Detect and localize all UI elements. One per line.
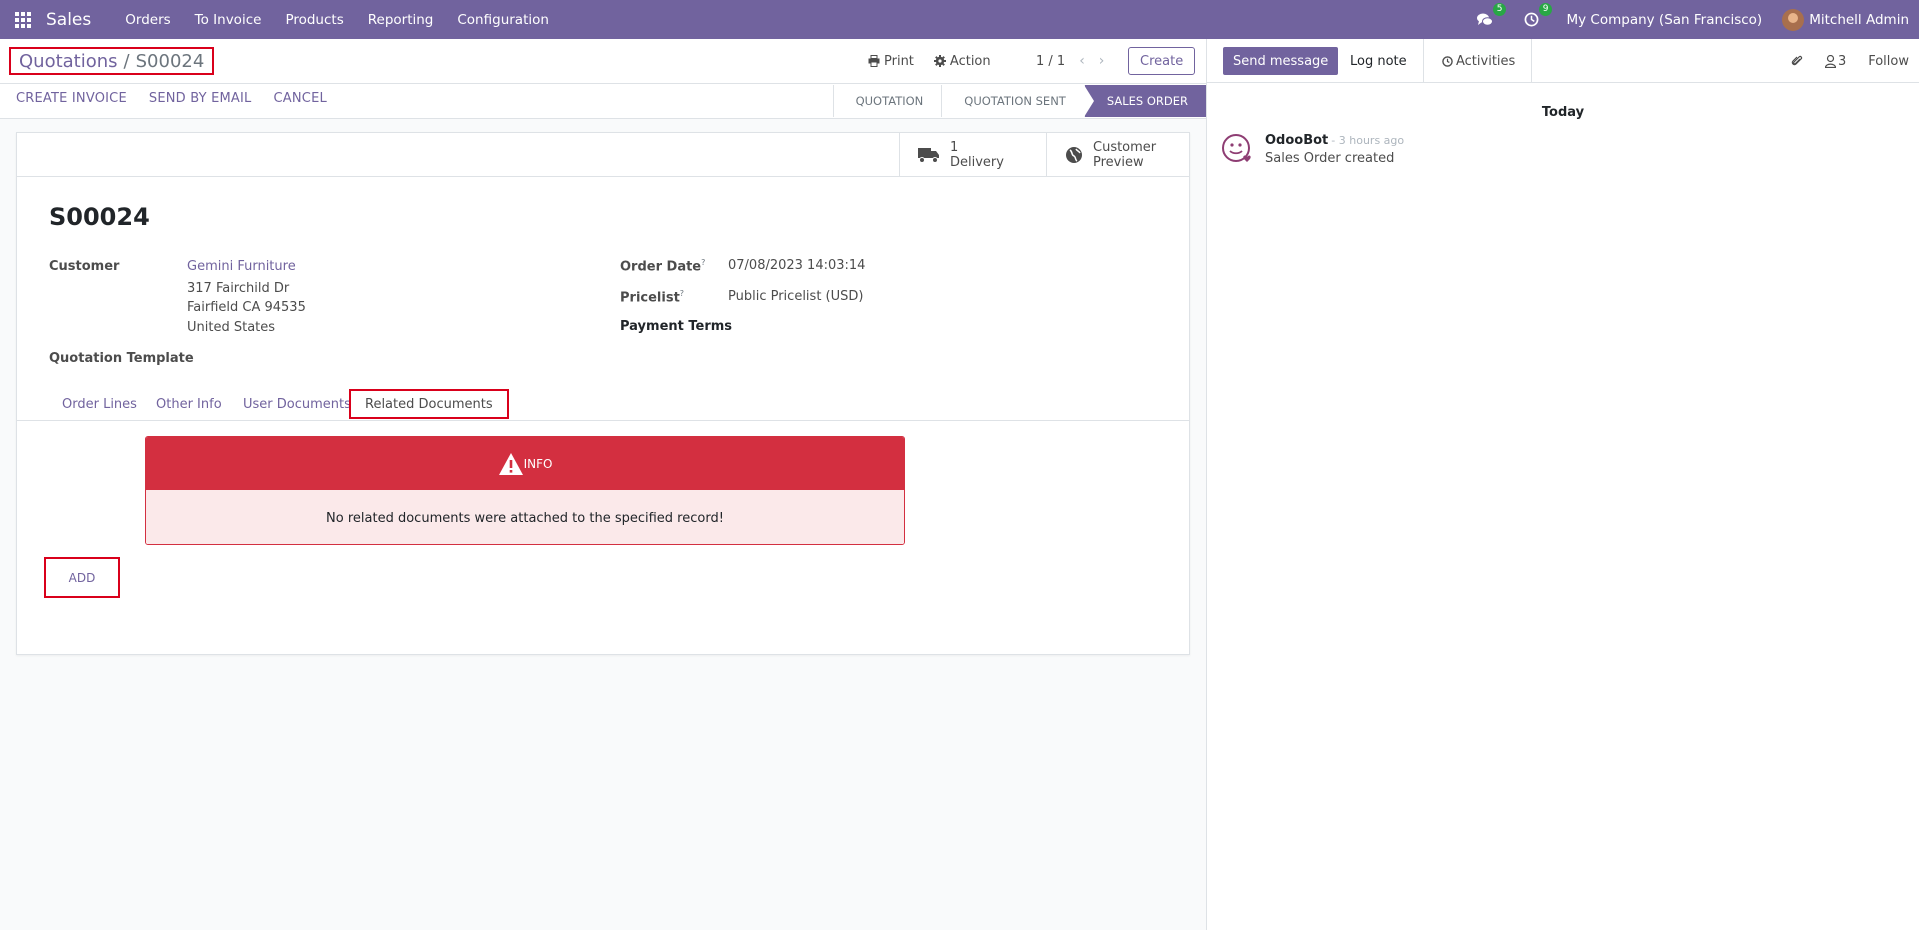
customer-country: United States (187, 320, 276, 335)
info-alert: INFO No related documents were attached … (145, 436, 905, 545)
send-message-button[interactable]: Send message (1223, 47, 1339, 75)
record-title: S00024 (49, 203, 150, 231)
customer-preview-button[interactable]: Customer Preview (1046, 133, 1193, 176)
log-note-button[interactable]: Log note (1334, 39, 1424, 83)
smart-button-box: 1 Delivery Customer Preview (17, 133, 1189, 177)
stage-quotation[interactable]: QUOTATION (832, 85, 942, 117)
divider (0, 83, 1206, 84)
menu-to-invoice[interactable]: To Invoice (183, 12, 274, 28)
cancel-button[interactable]: CANCEL (274, 91, 327, 106)
company-switcher[interactable]: My Company (San Francisco) (1566, 12, 1762, 28)
activities-button[interactable]: Activities (1426, 39, 1533, 83)
app-name[interactable]: Sales (46, 10, 91, 30)
breadcrumb: Quotations / S00024 (9, 47, 215, 75)
activity-badge: 9 (1538, 2, 1553, 16)
add-button[interactable]: ADD (44, 557, 120, 598)
action-button[interactable]: Action (933, 54, 991, 69)
tab-other-info[interactable]: Other Info (156, 388, 222, 421)
activity-clock-icon[interactable]: 9 (1520, 2, 1553, 31)
date-separator: Today (1541, 105, 1585, 120)
top-navbar: Sales Orders To Invoice Products Reporti… (0, 0, 1919, 39)
form-sheet: 1 Delivery Customer Preview S00024 Custo… (16, 132, 1190, 655)
chatter-topbar: Send message Log note Activities 3 Follo… (1207, 39, 1919, 83)
globe-icon (1066, 146, 1082, 163)
pricelist-help-icon: ? (679, 289, 685, 298)
pager-value[interactable]: 1 / 1 (1036, 54, 1065, 69)
menu-reporting[interactable]: Reporting (356, 12, 446, 28)
user-menu[interactable]: Mitchell Admin (1782, 8, 1909, 31)
print-button[interactable]: Print (868, 54, 914, 69)
menu-configuration[interactable]: Configuration (445, 12, 561, 28)
chatter-panel: Send message Log note Activities 3 Follo… (1206, 39, 1919, 930)
tab-user-documents[interactable]: User Documents (243, 388, 351, 421)
statusbar-buttons: CREATE INVOICE SEND BY EMAIL CANCEL (16, 91, 349, 106)
stage-quotation-sent[interactable]: QUOTATION SENT (941, 85, 1084, 117)
customer-city: Fairfield CA 94535 (187, 300, 306, 315)
customer-link[interactable]: Gemini Furniture (187, 257, 296, 277)
attachment-icon[interactable] (1791, 54, 1803, 68)
quotation-template-label: Quotation Template (49, 351, 194, 366)
followers-count: 3 (1837, 53, 1847, 69)
delivery-label: Delivery (950, 154, 1004, 170)
pager-previous-icon[interactable]: ‹ (1079, 53, 1085, 69)
warning-icon (498, 452, 523, 475)
user-icon (1824, 54, 1836, 68)
print-icon (868, 55, 880, 67)
breadcrumb-separator: / (123, 50, 130, 72)
odoobot-avatar-icon (1222, 134, 1251, 162)
user-name: Mitchell Admin (1809, 11, 1909, 28)
stage-sales-order[interactable]: SALES ORDER (1083, 85, 1206, 117)
notebook-tabs: Order Lines Other Info User Documents Re… (17, 388, 1189, 421)
menu-orders[interactable]: Orders (113, 12, 182, 28)
gear-icon (933, 55, 946, 67)
clock-icon (1442, 55, 1453, 67)
apps-menu-icon[interactable] (0, 0, 46, 39)
tab-related-documents[interactable]: Related Documents (349, 389, 509, 419)
create-button[interactable]: Create (1128, 47, 1196, 75)
menu-products[interactable]: Products (273, 12, 355, 28)
send-by-email-button[interactable]: SEND BY EMAIL (149, 91, 252, 106)
pager-next-icon[interactable]: › (1099, 53, 1105, 69)
messaging-badge: 5 (1492, 2, 1507, 16)
tab-order-lines[interactable]: Order Lines (62, 388, 137, 421)
follow-button[interactable]: Follow (1868, 54, 1909, 69)
delivery-smart-button[interactable]: 1 Delivery (899, 133, 1046, 176)
control-panel: Quotations / S00024 Print Action 1 / 1 ‹… (0, 39, 1206, 119)
truck-icon (918, 147, 939, 163)
pager: 1 / 1 ‹ › (1036, 49, 1104, 73)
message-time: - 3 hours ago (1331, 134, 1405, 147)
followers-button[interactable]: 3 (1824, 53, 1847, 69)
chatter-message: OdooBot - 3 hours ago Sales Order created (1221, 133, 1404, 166)
breadcrumb-quotations[interactable]: Quotations (19, 51, 118, 72)
messaging-icon[interactable]: 5 (1474, 2, 1507, 31)
create-invoice-button[interactable]: CREATE INVOICE (16, 91, 127, 106)
alert-header: INFO (146, 437, 904, 490)
order-date-help-icon: ? (701, 258, 706, 267)
main-menu: Orders To Invoice Products Reporting Con… (113, 12, 561, 28)
delivery-count: 1 (950, 139, 959, 155)
pricelist-value[interactable]: Public Pricelist (USD) (728, 287, 863, 307)
user-avatar (1782, 8, 1805, 31)
payment-terms-label: Payment Terms (620, 319, 733, 334)
alert-title: INFO (523, 456, 553, 471)
alert-message: No related documents were attached to th… (146, 490, 904, 544)
customer-street: 317 Fairchild Dr (187, 281, 290, 296)
order-date-value[interactable]: 07/08/2023 14:03:14 (728, 256, 865, 276)
message-author[interactable]: OdooBot (1265, 133, 1328, 148)
status-stages: QUOTATION QUOTATION SENT SALES ORDER (832, 85, 1206, 117)
message-body: Sales Order created (1265, 151, 1395, 166)
customer-label: Customer (49, 259, 120, 274)
pricelist-label: Pricelist? (620, 289, 685, 306)
breadcrumb-current: S00024 (135, 50, 205, 72)
order-date-label: Order Date? (620, 258, 706, 275)
